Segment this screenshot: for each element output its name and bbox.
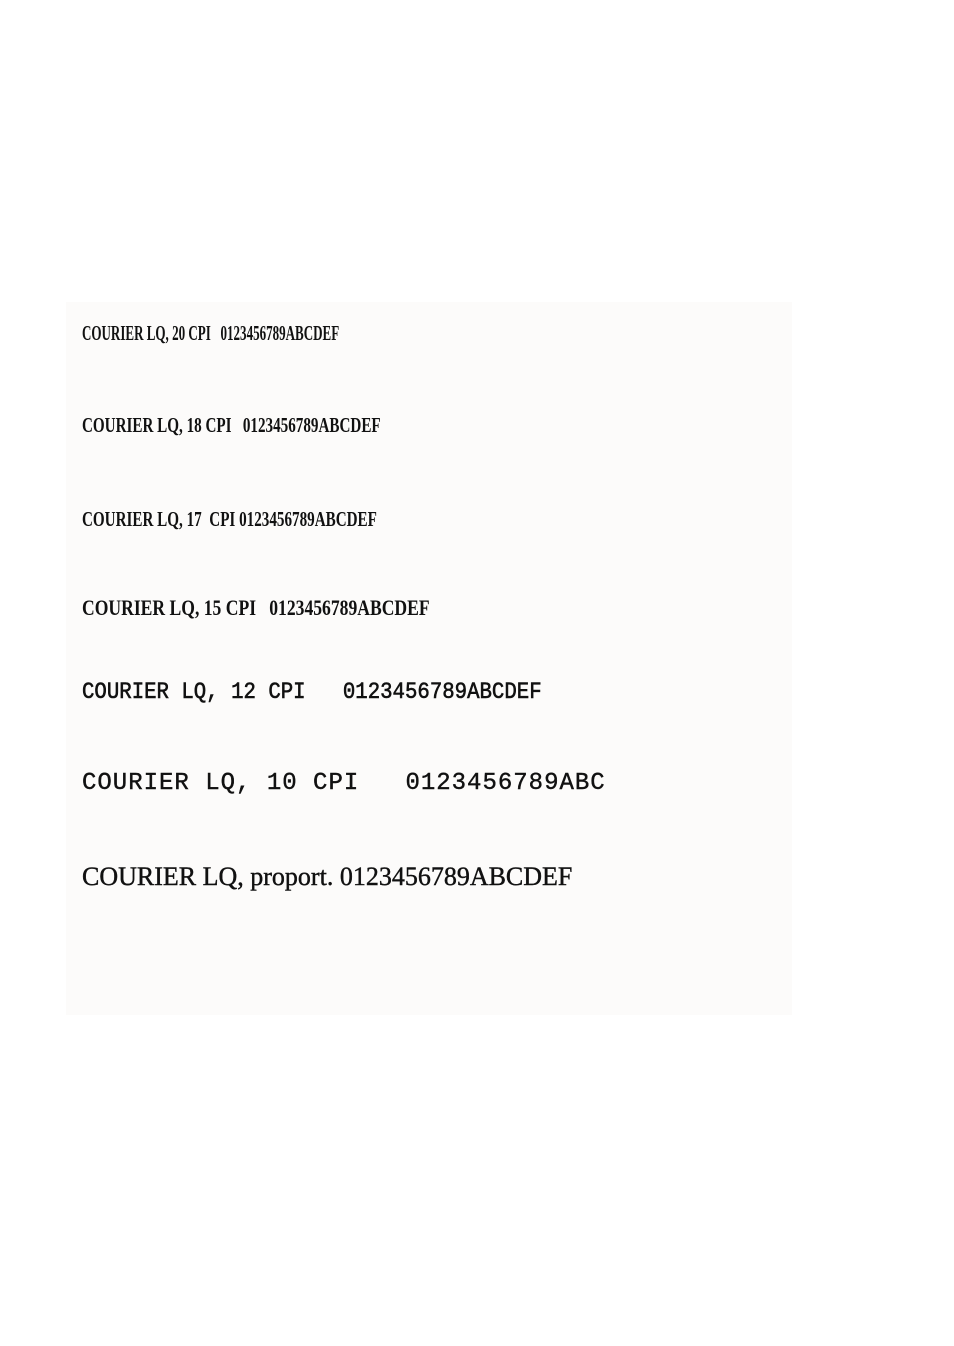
sample-line-18cpi: COURIER LQ, 18 CPI 0123456789ABCDEF — [82, 413, 381, 437]
sample-line-10cpi: COURIER LQ, 10 CPI 0123456789ABC — [82, 770, 606, 797]
sample-line-12cpi: COURIER LQ, 12 CPI 0123456789ABCDEF — [82, 679, 542, 705]
sample-line-proportional: COURIER LQ, proport. 0123456789ABCDEF — [82, 862, 573, 891]
font-sample-panel — [66, 302, 792, 1015]
sample-line-20cpi: COURIER LQ, 20 CPI 0123456789ABCDEF — [82, 321, 340, 345]
sample-line-15cpi: COURIER LQ, 15 CPI 0123456789ABCDEF — [82, 595, 430, 620]
sample-line-17cpi: COURIER LQ, 17 CPI 0123456789ABCDEF — [82, 507, 377, 531]
